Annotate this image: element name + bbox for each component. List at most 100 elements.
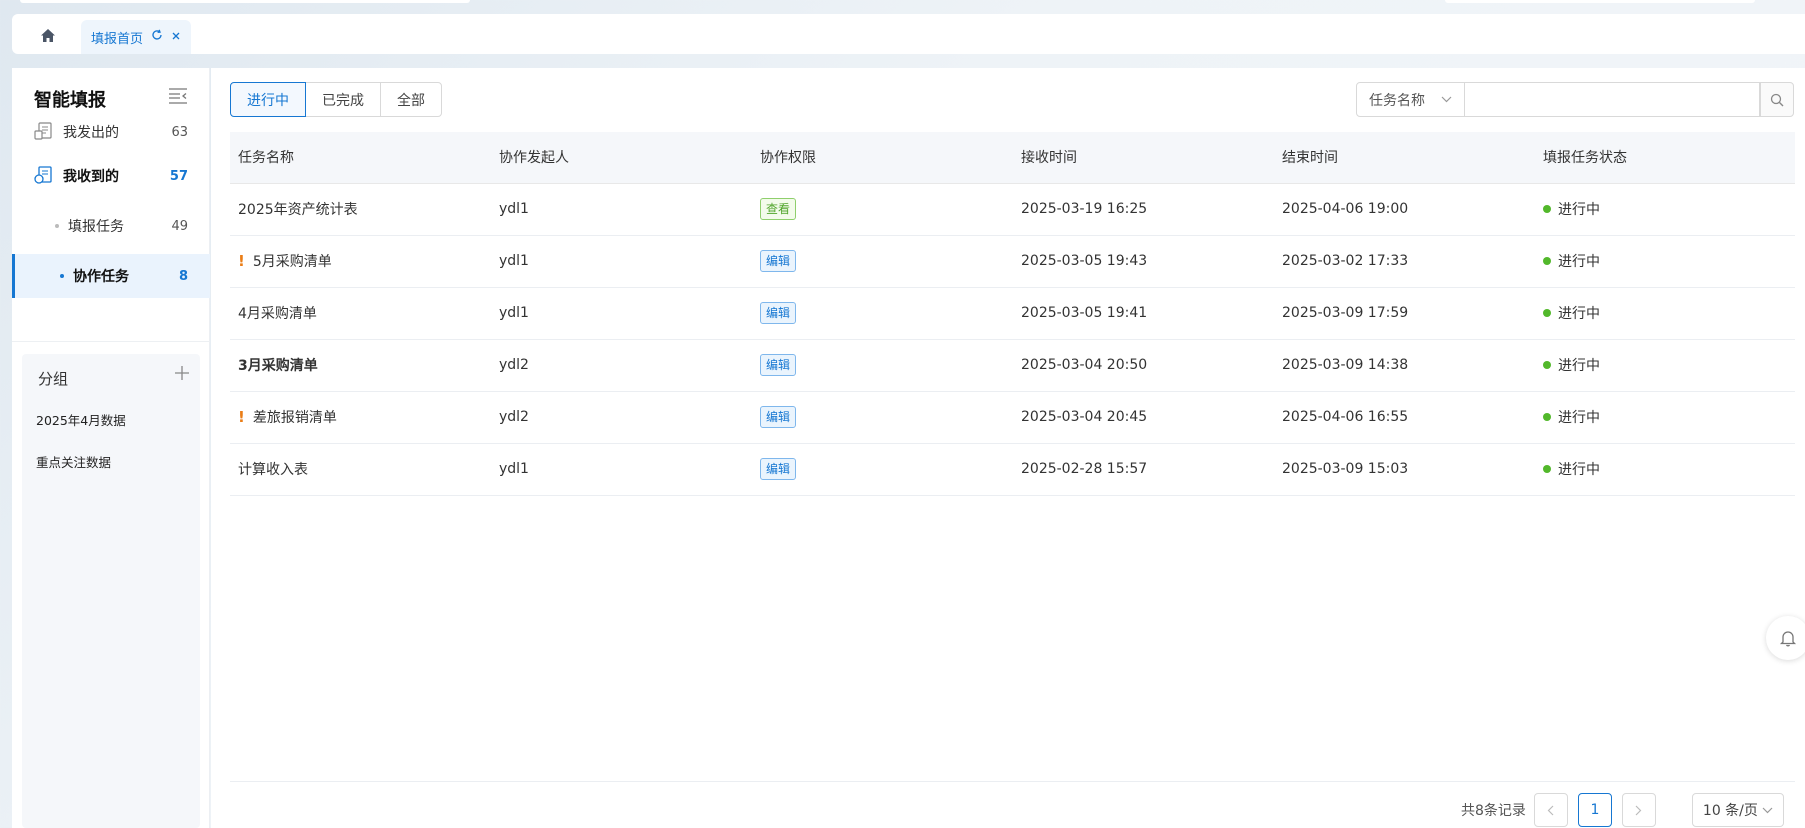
inbox-document-icon: [34, 166, 54, 188]
status-segmented-control: 进行中 已完成 全部: [230, 82, 442, 117]
notification-button[interactable]: [1766, 616, 1805, 660]
page-size-label: 10 条/页: [1702, 803, 1758, 819]
table-row[interactable]: ! 5月采购清单 ydl1 编辑 2025-03-05 19:43 2025-03-02 …: [230, 235, 1795, 288]
permission-tag: 编辑: [760, 354, 797, 376]
permission-tag: 编辑: [760, 302, 797, 324]
end-time-cell: 2025-04-06 19:00: [1274, 183, 1535, 236]
permission-tag: 编辑: [760, 250, 797, 272]
end-time-cell: 2025-03-09 17:59: [1274, 287, 1535, 340]
received-time-cell: 2025-03-04 20:50: [1013, 339, 1274, 392]
task-name-cell[interactable]: ! 5月采购清单: [230, 235, 491, 288]
status-text: 进行中: [1558, 306, 1600, 322]
chevron-right-icon: [1635, 805, 1642, 815]
end-time-cell: 2025-03-09 14:38: [1274, 339, 1535, 392]
main-panel: 进行中 已完成 全部 任务名称 任务名称 协作发起人 协作权限 接收时间 结束时…: [211, 68, 1805, 828]
tab-fill-home[interactable]: 填报首页: [81, 20, 192, 54]
chevron-down-icon: [1441, 96, 1452, 103]
sidebar-item-count: 49: [171, 218, 188, 234]
close-icon[interactable]: [171, 30, 181, 45]
table-row[interactable]: 3月采购清单 ydl2 编辑 2025-03-04 20:50 2025-03-09 1…: [230, 339, 1795, 392]
permission-cell: 查看: [752, 183, 1013, 236]
segment-completed[interactable]: 已完成: [305, 82, 381, 117]
status-cell: 进行中: [1535, 183, 1795, 236]
pagination: 共8条记录 1 10 条/页: [1461, 793, 1784, 827]
chevron-left-icon: [1548, 805, 1554, 815]
total-records: 共8条记录: [1461, 803, 1526, 819]
search-field-select[interactable]: 任务名称: [1356, 82, 1465, 117]
owner-cell: ydl1: [491, 235, 752, 288]
search-button[interactable]: [1760, 82, 1794, 117]
permission-tag: 编辑: [760, 406, 797, 428]
owner-cell: ydl1: [491, 183, 752, 236]
column-header: 结束时间: [1274, 132, 1535, 184]
task-name-cell[interactable]: 4月采购清单: [230, 287, 491, 340]
search-icon: [1770, 93, 1784, 106]
search-input[interactable]: [1465, 82, 1760, 117]
sidebar-item-label: 我发出的: [63, 125, 119, 141]
table-row[interactable]: ! 差旅报销清单 ydl2 编辑 2025-03-04 20:45 2025-04-06 …: [230, 391, 1795, 444]
table-row[interactable]: 计算收入表 ydl1 编辑 2025-02-28 15:57 2025-03-09 15…: [230, 443, 1795, 496]
sidebar-item-count: 63: [171, 124, 188, 140]
column-header: 协作发起人: [491, 132, 752, 184]
home-icon: [41, 28, 55, 42]
status-text: 进行中: [1558, 202, 1600, 218]
permission-cell: 编辑: [752, 287, 1013, 340]
prev-page-button[interactable]: [1533, 793, 1568, 827]
task-name-cell[interactable]: 3月采购清单: [230, 339, 491, 392]
status-cell: 进行中: [1535, 235, 1795, 288]
task-table: 任务名称 协作发起人 协作权限 接收时间 结束时间 填报任务状态 2025年资产…: [230, 132, 1795, 496]
table-row[interactable]: 2025年资产统计表 ydl1 查看 2025-03-19 16:25 2025-04-…: [230, 183, 1795, 236]
end-time-cell: 2025-04-06 16:55: [1274, 391, 1535, 444]
warning-icon: !: [238, 252, 245, 270]
top-panel-right: [1445, 0, 1755, 3]
tab-bar: 填报首页: [12, 14, 1805, 54]
sidebar-item-label: 填报任务: [68, 219, 124, 235]
sidebar-item-sent[interactable]: 我发出的 63: [12, 110, 210, 154]
column-header: 协作权限: [752, 132, 1013, 184]
status-dot: [1543, 465, 1551, 473]
collapse-icon[interactable]: [168, 87, 188, 109]
received-time-cell: 2025-03-04 20:45: [1013, 391, 1274, 444]
chevron-down-icon: [1762, 807, 1773, 813]
task-name-cell[interactable]: ! 差旅报销清单: [230, 391, 491, 444]
sidebar-item-received[interactable]: 我收到的 57: [12, 154, 210, 198]
sidebar-item-collab-tasks[interactable]: 协作任务 8: [12, 254, 210, 298]
document-icon: [34, 122, 54, 144]
page-size-select[interactable]: 10 条/页: [1691, 793, 1784, 827]
status-text: 进行中: [1558, 410, 1600, 426]
owner-cell: ydl1: [491, 287, 752, 340]
status-dot: [1543, 413, 1551, 421]
next-page-button[interactable]: [1621, 793, 1656, 827]
bullet-dot: [55, 224, 59, 228]
received-time-cell: 2025-03-05 19:41: [1013, 287, 1274, 340]
task-name-cell[interactable]: 2025年资产统计表: [230, 183, 491, 236]
home-tab[interactable]: [36, 24, 60, 46]
status-cell: 进行中: [1535, 443, 1795, 496]
page-number-button[interactable]: 1: [1577, 793, 1612, 827]
group-item[interactable]: 2025年4月数据: [36, 410, 126, 429]
task-name: 计算收入表: [238, 462, 308, 478]
sidebar-item-count: 8: [178, 268, 188, 284]
status-dot: [1543, 205, 1551, 213]
segment-in-progress[interactable]: 进行中: [230, 82, 306, 117]
refresh-icon[interactable]: [151, 29, 163, 45]
permission-cell: 编辑: [752, 391, 1013, 444]
owner-cell: ydl2: [491, 391, 752, 444]
status-dot: [1543, 361, 1551, 369]
sidebar-item-fill-tasks[interactable]: 填报任务 49: [12, 204, 210, 248]
table-row[interactable]: 4月采购清单 ydl1 编辑 2025-03-05 19:41 2025-03-09 1…: [230, 287, 1795, 340]
group-title: 分组: [38, 370, 69, 388]
sidebar-item-count: 57: [169, 168, 188, 184]
received-time-cell: 2025-03-19 16:25: [1013, 183, 1274, 236]
status-text: 进行中: [1558, 462, 1600, 478]
segment-all[interactable]: 全部: [380, 82, 442, 117]
status-dot: [1543, 309, 1551, 317]
task-name: 差旅报销清单: [252, 410, 337, 426]
permission-tag: 查看: [760, 198, 797, 220]
task-name: 3月采购清单: [238, 358, 318, 374]
add-group-button[interactable]: [174, 364, 190, 386]
sidebar: 智能填报 我发出的 63 我收到的 57 填报任务 49 协作任务 8 分组 2…: [12, 68, 210, 828]
group-item[interactable]: 重点关注数据: [36, 452, 111, 471]
plus-icon: [175, 366, 189, 380]
task-name-cell[interactable]: 计算收入表: [230, 443, 491, 496]
